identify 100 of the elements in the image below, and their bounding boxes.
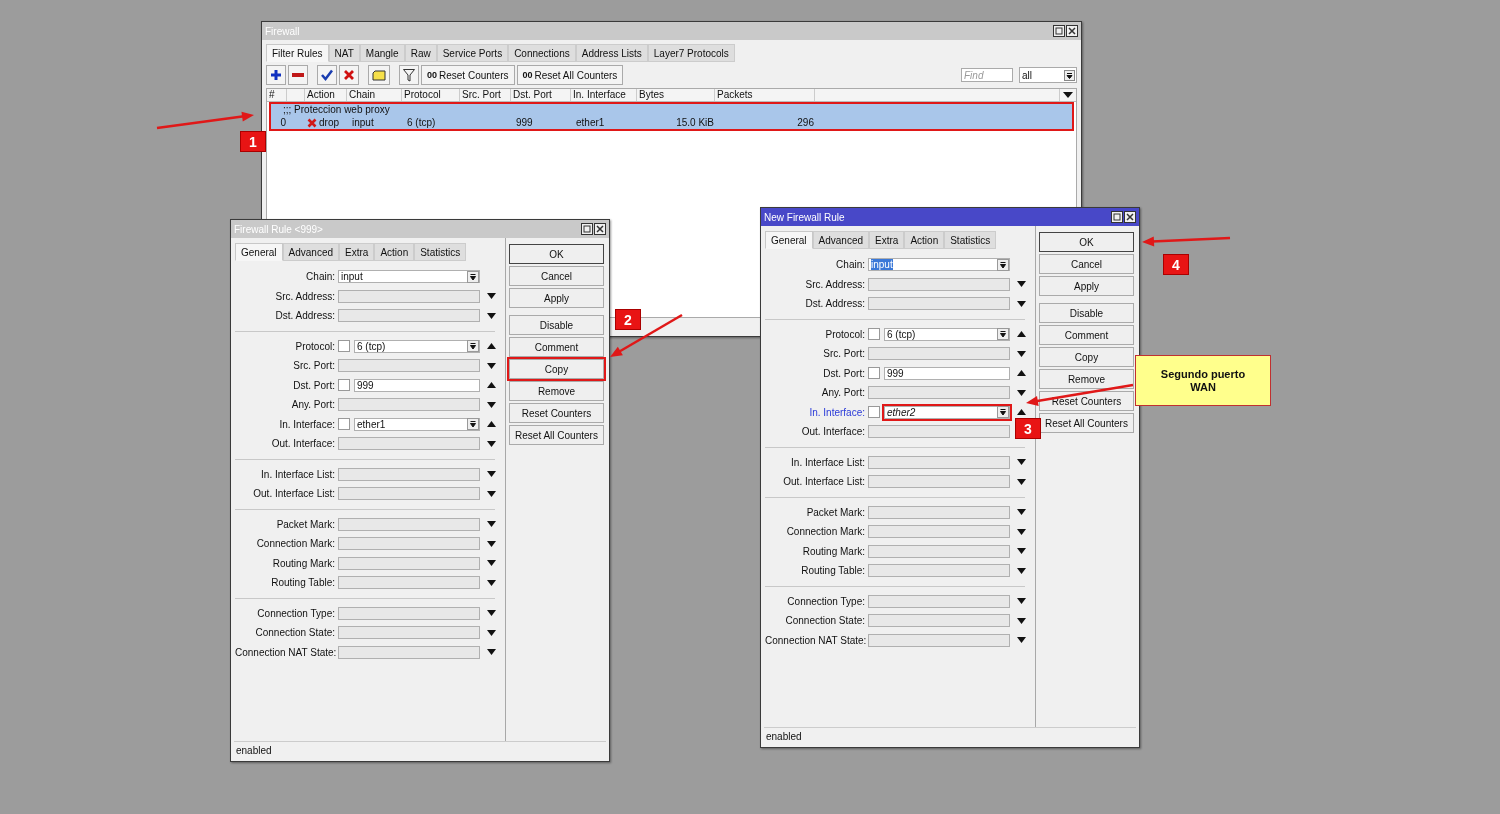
tab[interactable]: NAT <box>328 44 360 62</box>
caret-down-icon[interactable] <box>486 649 496 656</box>
caret-down-icon[interactable] <box>1016 350 1026 357</box>
dropdown-icon[interactable] <box>997 258 1009 271</box>
input-field[interactable] <box>338 606 480 620</box>
caret-down-icon[interactable] <box>486 471 496 478</box>
input-field[interactable] <box>868 505 1010 519</box>
input-field[interactable]: 6 (tcp) <box>354 339 480 353</box>
input-field[interactable] <box>338 467 480 481</box>
dialog-button[interactable]: Apply <box>509 288 604 308</box>
dialog-button[interactable]: Comment <box>1039 325 1134 345</box>
dialog-button[interactable]: Reset All Counters <box>509 425 604 445</box>
add-button[interactable] <box>266 65 286 85</box>
input-field[interactable] <box>868 594 1010 608</box>
input-field[interactable] <box>338 487 480 501</box>
input-field[interactable]: ether1 <box>354 417 480 431</box>
caret-down-icon[interactable] <box>1016 617 1026 624</box>
caret-down-icon[interactable] <box>486 490 496 497</box>
disable-button[interactable] <box>339 65 359 85</box>
input-field[interactable] <box>868 347 1010 361</box>
enable-button[interactable] <box>317 65 337 85</box>
input-field[interactable]: 6 (tcp) <box>884 327 1010 341</box>
input-field[interactable] <box>338 309 480 323</box>
checkbox[interactable] <box>338 340 350 353</box>
column-header[interactable]: Src. Port <box>460 89 511 101</box>
column-header[interactable]: Packets <box>715 89 815 101</box>
input-field[interactable]: 999 <box>354 378 480 392</box>
dialog-button[interactable]: Cancel <box>509 266 604 286</box>
input-field[interactable]: input <box>338 270 480 284</box>
comment-button[interactable] <box>368 65 390 85</box>
caret-down-icon[interactable] <box>486 610 496 617</box>
input-field[interactable] <box>868 425 1010 439</box>
dialog-button[interactable]: Reset Counters <box>1039 391 1134 411</box>
input-field[interactable] <box>338 645 480 659</box>
dialog-button[interactable]: Copy <box>1039 347 1134 367</box>
caret-down-icon[interactable] <box>486 401 496 408</box>
input-field[interactable]: input <box>868 258 1010 272</box>
checkbox[interactable] <box>868 328 880 341</box>
dialog-button[interactable]: OK <box>1039 232 1134 252</box>
caret-down-icon[interactable] <box>486 440 496 447</box>
dialog-button[interactable]: OK <box>509 244 604 264</box>
caret-down-icon[interactable] <box>486 521 496 528</box>
dialog-button[interactable]: Remove <box>509 381 604 401</box>
input-field[interactable] <box>338 537 480 551</box>
caret-up-icon[interactable] <box>1016 370 1026 377</box>
caret-up-icon[interactable] <box>486 382 496 389</box>
tab[interactable]: Raw <box>404 44 437 62</box>
filter-button[interactable] <box>399 65 419 85</box>
maximize-icon[interactable] <box>581 223 593 235</box>
checkbox[interactable] <box>868 406 880 419</box>
maximize-icon[interactable] <box>1053 25 1065 37</box>
caret-down-icon[interactable] <box>486 540 496 547</box>
dropdown-icon[interactable] <box>997 406 1009 419</box>
dialog-button[interactable]: Cancel <box>1039 254 1134 274</box>
caret-down-icon[interactable] <box>486 579 496 586</box>
dropdown-icon[interactable] <box>467 340 479 353</box>
tab[interactable]: Address Lists <box>575 44 648 62</box>
caret-down-icon[interactable] <box>1016 637 1026 644</box>
input-field[interactable] <box>868 614 1010 628</box>
input-field[interactable] <box>868 297 1010 311</box>
tab[interactable]: Layer7 Protocols <box>647 44 735 62</box>
dialog-button[interactable]: Disable <box>1039 303 1134 323</box>
tab[interactable]: Action <box>374 243 415 261</box>
input-field[interactable] <box>338 289 480 303</box>
caret-down-icon[interactable] <box>486 560 496 567</box>
caret-down-icon[interactable] <box>1016 567 1026 574</box>
dialog-button[interactable]: Remove <box>1039 369 1134 389</box>
column-header[interactable]: Action <box>305 89 347 101</box>
dialog-button[interactable]: Copy <box>509 359 604 379</box>
input-field[interactable] <box>338 626 480 640</box>
table-row[interactable]: ;;; Proteccion web proxy 0 drop input 6 (tcp) 999 ether1 15.0 KiB 296 <box>271 104 1072 129</box>
tab[interactable]: Advanced <box>282 243 340 261</box>
tab[interactable]: Connections <box>508 44 576 62</box>
reset-counters-button[interactable]: 00 Reset All Counters <box>516 65 624 85</box>
column-header[interactable]: Bytes <box>637 89 715 101</box>
input-field[interactable]: ether2 <box>884 405 1010 419</box>
tab[interactable]: Extra <box>869 231 905 249</box>
column-header[interactable]: # <box>267 89 287 101</box>
caret-down-icon[interactable] <box>486 293 496 300</box>
input-field[interactable] <box>338 576 480 590</box>
dropdown-icon[interactable] <box>467 418 479 431</box>
caret-down-icon[interactable] <box>1016 598 1026 605</box>
checkbox[interactable] <box>338 379 350 392</box>
close-icon[interactable] <box>1066 25 1078 37</box>
input-field[interactable] <box>868 633 1010 647</box>
caret-down-icon[interactable] <box>1016 478 1026 485</box>
caret-down-icon[interactable] <box>1016 548 1026 555</box>
input-field[interactable] <box>338 556 480 570</box>
remove-button[interactable] <box>288 65 308 85</box>
tab[interactable]: Filter Rules <box>266 44 329 62</box>
input-field[interactable] <box>868 386 1010 400</box>
dropdown-icon[interactable] <box>467 270 479 283</box>
tab[interactable]: Extra <box>339 243 375 261</box>
tab[interactable]: Statistics <box>414 243 467 261</box>
column-header[interactable]: Dst. Port <box>511 89 571 101</box>
caret-down-icon[interactable] <box>1016 509 1026 516</box>
tab[interactable]: Mangle <box>359 44 405 62</box>
input-field[interactable] <box>868 455 1010 469</box>
input-field[interactable] <box>338 359 480 373</box>
caret-down-icon[interactable] <box>1016 300 1026 307</box>
